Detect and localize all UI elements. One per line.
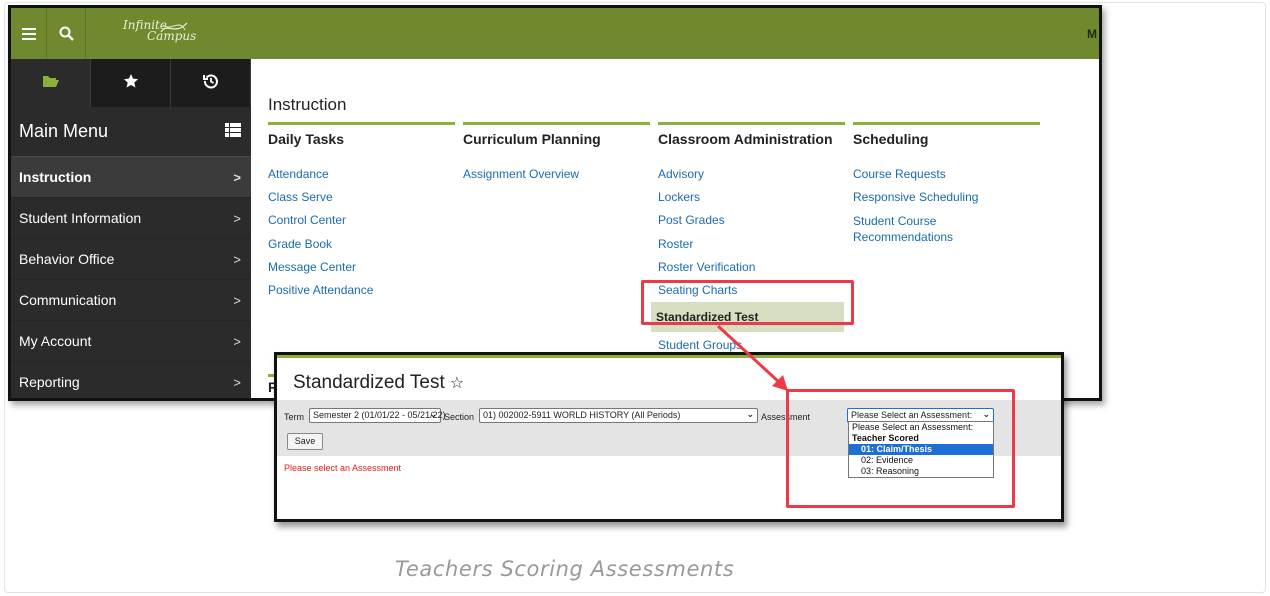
sidebar-tabs [11, 59, 251, 107]
link-post-grades[interactable]: Post Grades [658, 209, 845, 232]
error-message: Please select an Assessment [284, 463, 402, 473]
chevron-right-icon: > [233, 292, 241, 308]
popup-accent-bar [277, 355, 1061, 358]
column-heading: Daily Tasks [268, 131, 345, 147]
tab-favorites[interactable] [91, 59, 171, 107]
sidebar-item-label: Reporting [19, 374, 80, 390]
figure-caption: Teachers Scoring Assessments [395, 557, 735, 581]
sidebar-item-label: Student Information [19, 210, 142, 226]
hamburger-menu-icon[interactable] [11, 8, 47, 59]
tab-history[interactable] [171, 59, 251, 107]
column-heading: Curriculum Planning [463, 131, 601, 147]
sidebar-header: Main Menu [11, 107, 251, 157]
folder-open-icon [42, 74, 60, 93]
link-roster-verification[interactable]: Roster Verification [658, 256, 845, 279]
sidebar-item-label: Behavior Office [19, 251, 115, 267]
tab-folder[interactable] [11, 59, 91, 107]
chevron-down-icon: ⌄ [429, 409, 437, 419]
infinite-campus-logo: Infinite Campus [123, 19, 196, 42]
star-outline-icon[interactable]: ☆ [450, 375, 464, 392]
term-select[interactable]: Semester 2 (01/01/22 - 05/21/22) ⌄ [309, 408, 446, 423]
top-right-text: M [1087, 27, 1097, 41]
popup-title: Standardized Test ☆ [293, 372, 464, 394]
term-value: Semester 2 (01/01/22 - 05/21/22) [313, 410, 446, 420]
search-icon[interactable] [48, 8, 86, 59]
chevron-right-icon: > [233, 169, 241, 185]
section-label: Section [444, 412, 475, 422]
grid-list-icon[interactable] [225, 121, 241, 142]
link-student-course-recommendations[interactable]: Student Course Recommendations [853, 209, 973, 245]
highlight-box-standardized-test [641, 280, 854, 325]
chevron-right-icon: > [233, 333, 241, 349]
link-positive-attendance[interactable]: Positive Attendance [268, 279, 455, 302]
column-heading: Classroom Administration [658, 131, 833, 147]
link-lockers[interactable]: Lockers [658, 186, 845, 209]
section-select[interactable]: 01) 002002-5911 WORLD HISTORY (All Perio… [479, 408, 758, 423]
link-responsive-scheduling[interactable]: Responsive Scheduling [853, 186, 1040, 209]
sidebar-item-my-account[interactable]: My Account > [11, 321, 251, 362]
page-title: Instruction [268, 95, 347, 114]
column-curriculum-planning: Curriculum Planning Assignment Overview [463, 122, 650, 186]
link-advisory[interactable]: Advisory [658, 163, 845, 186]
sidebar: Main Menu Instruction > Student Informati… [11, 59, 251, 398]
sidebar-item-student-information[interactable]: Student Information > [11, 198, 251, 239]
section-value: 01) 002002-5911 WORLD HISTORY (All Perio… [483, 410, 681, 420]
top-bar: Infinite Campus M [11, 8, 1099, 59]
sidebar-item-label: Communication [19, 292, 117, 308]
sidebar-item-reporting[interactable]: Reporting > [11, 362, 251, 398]
link-attendance[interactable]: Attendance [268, 163, 455, 186]
sidebar-item-label: Instruction [19, 169, 92, 185]
link-class-serve[interactable]: Class Serve [268, 186, 455, 209]
history-icon [202, 73, 219, 94]
sidebar-item-behavior-office[interactable]: Behavior Office > [11, 239, 251, 280]
sidebar-item-label: My Account [19, 333, 92, 349]
term-label: Term [284, 412, 304, 422]
link-roster[interactable]: Roster [658, 233, 845, 256]
link-control-center[interactable]: Control Center [268, 209, 455, 232]
main-menu-title: Main Menu [19, 121, 109, 141]
chevron-right-icon: > [233, 210, 241, 226]
sidebar-item-communication[interactable]: Communication > [11, 280, 251, 321]
link-message-center[interactable]: Message Center [268, 256, 455, 279]
save-button[interactable]: Save [287, 433, 323, 450]
highlight-box-assessment [786, 389, 1015, 508]
main-content: Instruction Daily Tasks Attendance Class… [251, 59, 1099, 398]
app-window: Infinite Campus M Main Menu Instruction … [8, 5, 1102, 401]
chevron-right-icon: > [233, 374, 241, 390]
column-scheduling: Scheduling Course Requests Responsive Sc… [853, 122, 1040, 245]
popup-title-text: Standardized Test [293, 372, 445, 393]
column-heading: Scheduling [853, 131, 929, 147]
link-assignment-overview[interactable]: Assignment Overview [463, 163, 650, 186]
chevron-right-icon: > [233, 251, 241, 267]
link-grade-book[interactable]: Grade Book [268, 233, 455, 256]
star-icon [123, 73, 139, 94]
chevron-down-icon: ⌄ [746, 409, 754, 419]
link-course-requests[interactable]: Course Requests [853, 163, 1040, 186]
sidebar-item-instruction[interactable]: Instruction > [11, 157, 251, 198]
column-daily-tasks: Daily Tasks Attendance Class Serve Contr… [268, 122, 455, 302]
